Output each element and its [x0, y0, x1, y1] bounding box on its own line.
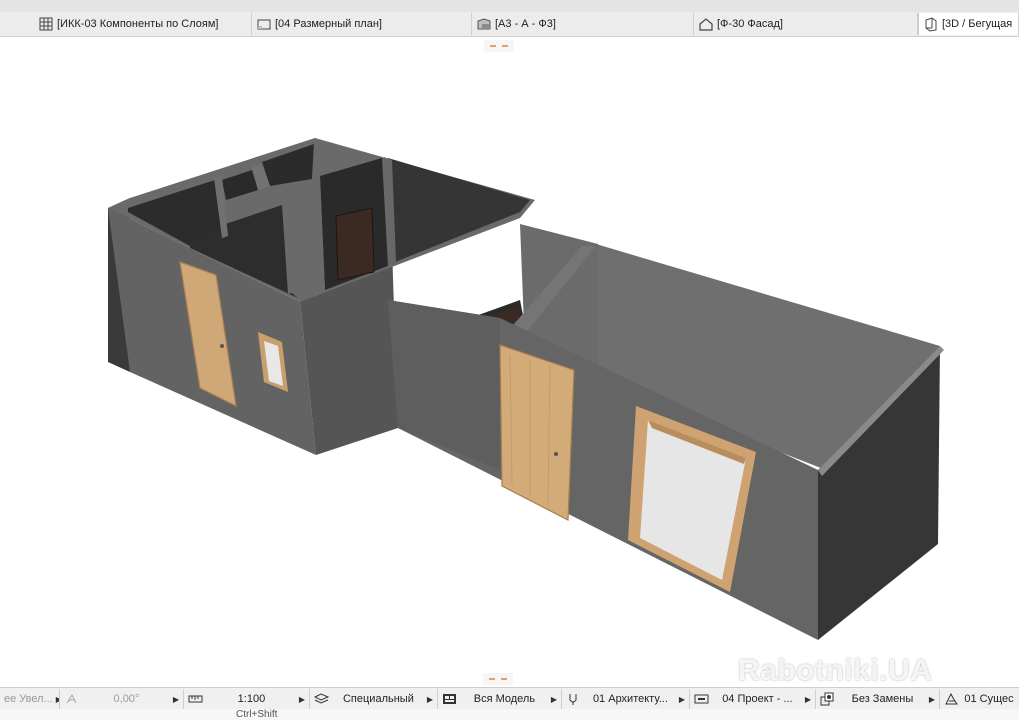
zoom-value: ее Увел...: [4, 693, 53, 705]
3d-viewport[interactable]: [0, 37, 1019, 687]
tab-label: [04 Размерный план]: [275, 18, 382, 30]
scale-ruler-icon: [188, 692, 203, 706]
model-view-icon: [442, 692, 457, 706]
tab-label: [ИКК-03 Компоненты по Слоям]: [57, 18, 219, 30]
door-handle: [554, 452, 558, 456]
chevron-right-icon: ▶: [298, 694, 305, 704]
tab-schedule-components[interactable]: [ИКК-03 Компоненты по Слоям]: [34, 13, 252, 35]
schedule-grid-icon: [38, 16, 54, 32]
chevron-right-icon: ▶: [804, 694, 811, 704]
rotation-angle-control[interactable]: 0,00° ▶: [60, 689, 184, 709]
tab-dimension-plan[interactable]: [04 Размерный план]: [252, 13, 472, 35]
hint-line: Ctrl+Shift: [0, 709, 1019, 720]
tab-3d-view[interactable]: [3D / Бегущая: [918, 13, 1019, 35]
renovation-filter-control[interactable]: 01 Сущес: [940, 689, 1019, 709]
renovation-icon: [944, 692, 959, 706]
graphic-override-control[interactable]: Без Замены ▶: [816, 689, 940, 709]
dimension-value: 04 Проект - ...: [722, 693, 793, 705]
model-view-value: Вся Модель: [473, 693, 536, 705]
layer-combo-value: Специальный: [342, 693, 414, 705]
chevron-right-icon: ▶: [426, 694, 433, 704]
door-handle: [220, 344, 224, 348]
dimension-standard-control[interactable]: 04 Проект - ... ▶: [690, 689, 816, 709]
chevron-right-icon: ▶: [172, 694, 179, 704]
renovation-value: 01 Сущес: [964, 693, 1014, 705]
elevation-house-icon: [698, 16, 714, 32]
model-view-control[interactable]: Вся Модель ▶: [438, 689, 562, 709]
chevron-right-icon: ▶: [678, 694, 685, 704]
room-interior: [388, 158, 530, 262]
layer-combination-control[interactable]: Специальный ▶: [310, 689, 438, 709]
section-icon: [476, 16, 492, 32]
3d-model-canvas[interactable]: [0, 37, 1019, 687]
door-dark: [335, 207, 375, 281]
chevron-right-icon: ▶: [550, 694, 557, 704]
scale-value: 1:100: [237, 693, 266, 705]
rotate-angle-icon: [64, 692, 79, 706]
tab-elevation[interactable]: [Ф-30 Фасад]: [694, 13, 918, 35]
floor-plan-icon: [256, 16, 272, 32]
status-bar: ее Увел... ▶ 0,00° ▶ 1:100 ▶ Специальный…: [0, 687, 1019, 710]
zoom-control[interactable]: ее Увел... ▶: [0, 689, 60, 709]
chevron-right-icon: ▶: [928, 694, 935, 704]
tab-label: [3D / Бегущая: [942, 18, 1013, 30]
hint-shortcut: Ctrl+Shift: [236, 709, 278, 720]
pen-set-control[interactable]: 01 Архитекту... ▶: [562, 689, 690, 709]
watermark-text: Rabotniki.UA: [738, 654, 933, 687]
dimension-icon: [694, 692, 709, 706]
3d-view-icon: [923, 16, 939, 32]
view-tab-bar: [ИКК-03 Компоненты по Слоям] [04 Размерн…: [0, 0, 1019, 37]
override-value: Без Замены: [851, 693, 914, 705]
tab-label: [Ф-30 Фасад]: [717, 18, 783, 30]
tab-bar-top-strip: [0, 0, 1019, 12]
wall-hall-front: [388, 300, 500, 470]
tab-label: [А3 - А - Ф3]: [495, 18, 556, 30]
pen-set-value: 01 Архитекту...: [592, 693, 668, 705]
override-icon: [820, 692, 835, 706]
layers-icon: [313, 692, 330, 706]
angle-value: 0,00°: [113, 693, 140, 705]
viewport-bottom-resize-handle[interactable]: [483, 673, 513, 685]
pen-set-icon: [566, 692, 581, 706]
scale-control[interactable]: 1:100 ▶: [184, 689, 310, 709]
tab-section[interactable]: [А3 - А - Ф3]: [472, 13, 694, 35]
